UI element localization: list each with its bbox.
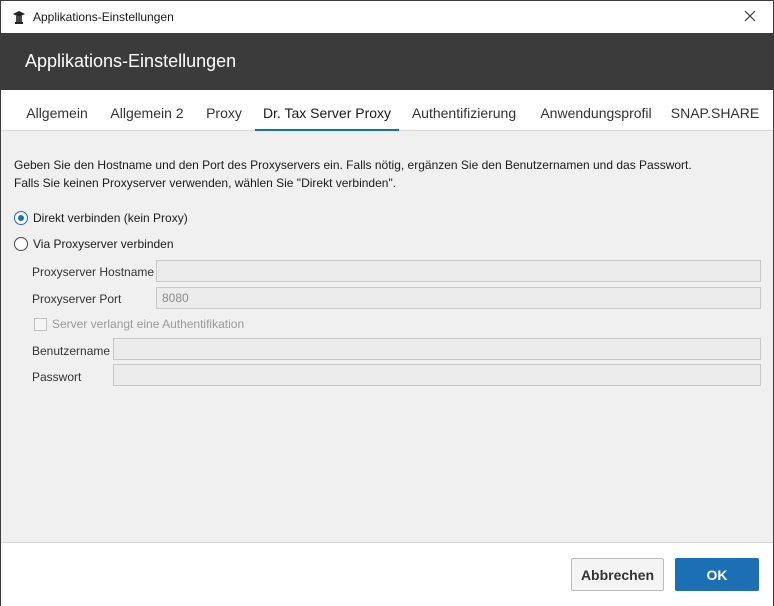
tab-allgemein[interactable]: Allgemein	[15, 90, 99, 131]
radio-direct-indicator[interactable]	[14, 211, 28, 225]
title-bar: Applikations-Einstellungen	[1, 1, 773, 33]
port-label: Proxyserver Port	[32, 292, 122, 306]
tab-allgemein-2[interactable]: Allgemein 2	[101, 90, 193, 131]
auth-required-checkbox[interactable]: Server verlangt eine Authentifikation	[34, 317, 244, 331]
tab-bar: Allgemein Allgemein 2 Proxy Dr. Tax Serv…	[1, 90, 773, 131]
auth-required-box[interactable]	[34, 317, 47, 331]
tab-snap-share[interactable]: SNAP.SHARE	[665, 90, 765, 131]
tab-dr-tax-server-proxy[interactable]: Dr. Tax Server Proxy	[255, 90, 399, 131]
auth-required-label: Server verlangt eine Authentifikation	[52, 317, 245, 331]
radio-proxy-indicator[interactable]	[14, 237, 28, 251]
proxy-settings-panel: Geben Sie den Hostname und den Port des …	[1, 132, 773, 542]
cancel-button[interactable]: Abbrechen	[571, 558, 664, 591]
hostname-label: Proxyserver Hostname	[32, 265, 155, 279]
radio-via-proxy[interactable]: Via Proxyserver verbinden	[14, 237, 174, 251]
app-logo-icon	[11, 9, 27, 25]
radio-direct-connect[interactable]: Direkt verbinden (kein Proxy)	[14, 211, 188, 225]
description-line-1: Geben Sie den Hostname und den Port des …	[14, 158, 692, 172]
close-button[interactable]	[727, 1, 773, 33]
username-label: Benutzername	[32, 344, 111, 358]
dialog-footer: Abbrechen OK	[1, 542, 773, 606]
window-title: Applikations-Einstellungen	[33, 10, 174, 24]
ok-button[interactable]: OK	[675, 558, 759, 591]
description-line-2: Falls Sie keinen Proxyserver verwenden, …	[14, 176, 397, 190]
password-label: Passwort	[32, 370, 82, 384]
settings-dialog: Applikations-Einstellungen Applikations-…	[0, 0, 774, 606]
dialog-header: Applikations-Einstellungen	[1, 33, 773, 90]
radio-direct-label: Direkt verbinden (kein Proxy)	[33, 211, 188, 225]
username-input[interactable]	[113, 338, 761, 360]
tab-proxy[interactable]: Proxy	[195, 90, 253, 131]
tab-anwendungsprofil[interactable]: Anwendungsprofil	[529, 90, 663, 131]
tab-authentifizierung[interactable]: Authentifizierung	[401, 90, 527, 131]
port-input[interactable]	[156, 287, 761, 309]
radio-proxy-label: Via Proxyserver verbinden	[33, 237, 174, 251]
close-icon	[744, 10, 756, 25]
header-title: Applikations-Einstellungen	[25, 51, 237, 71]
password-input[interactable]	[113, 364, 761, 386]
hostname-input[interactable]	[156, 260, 761, 282]
